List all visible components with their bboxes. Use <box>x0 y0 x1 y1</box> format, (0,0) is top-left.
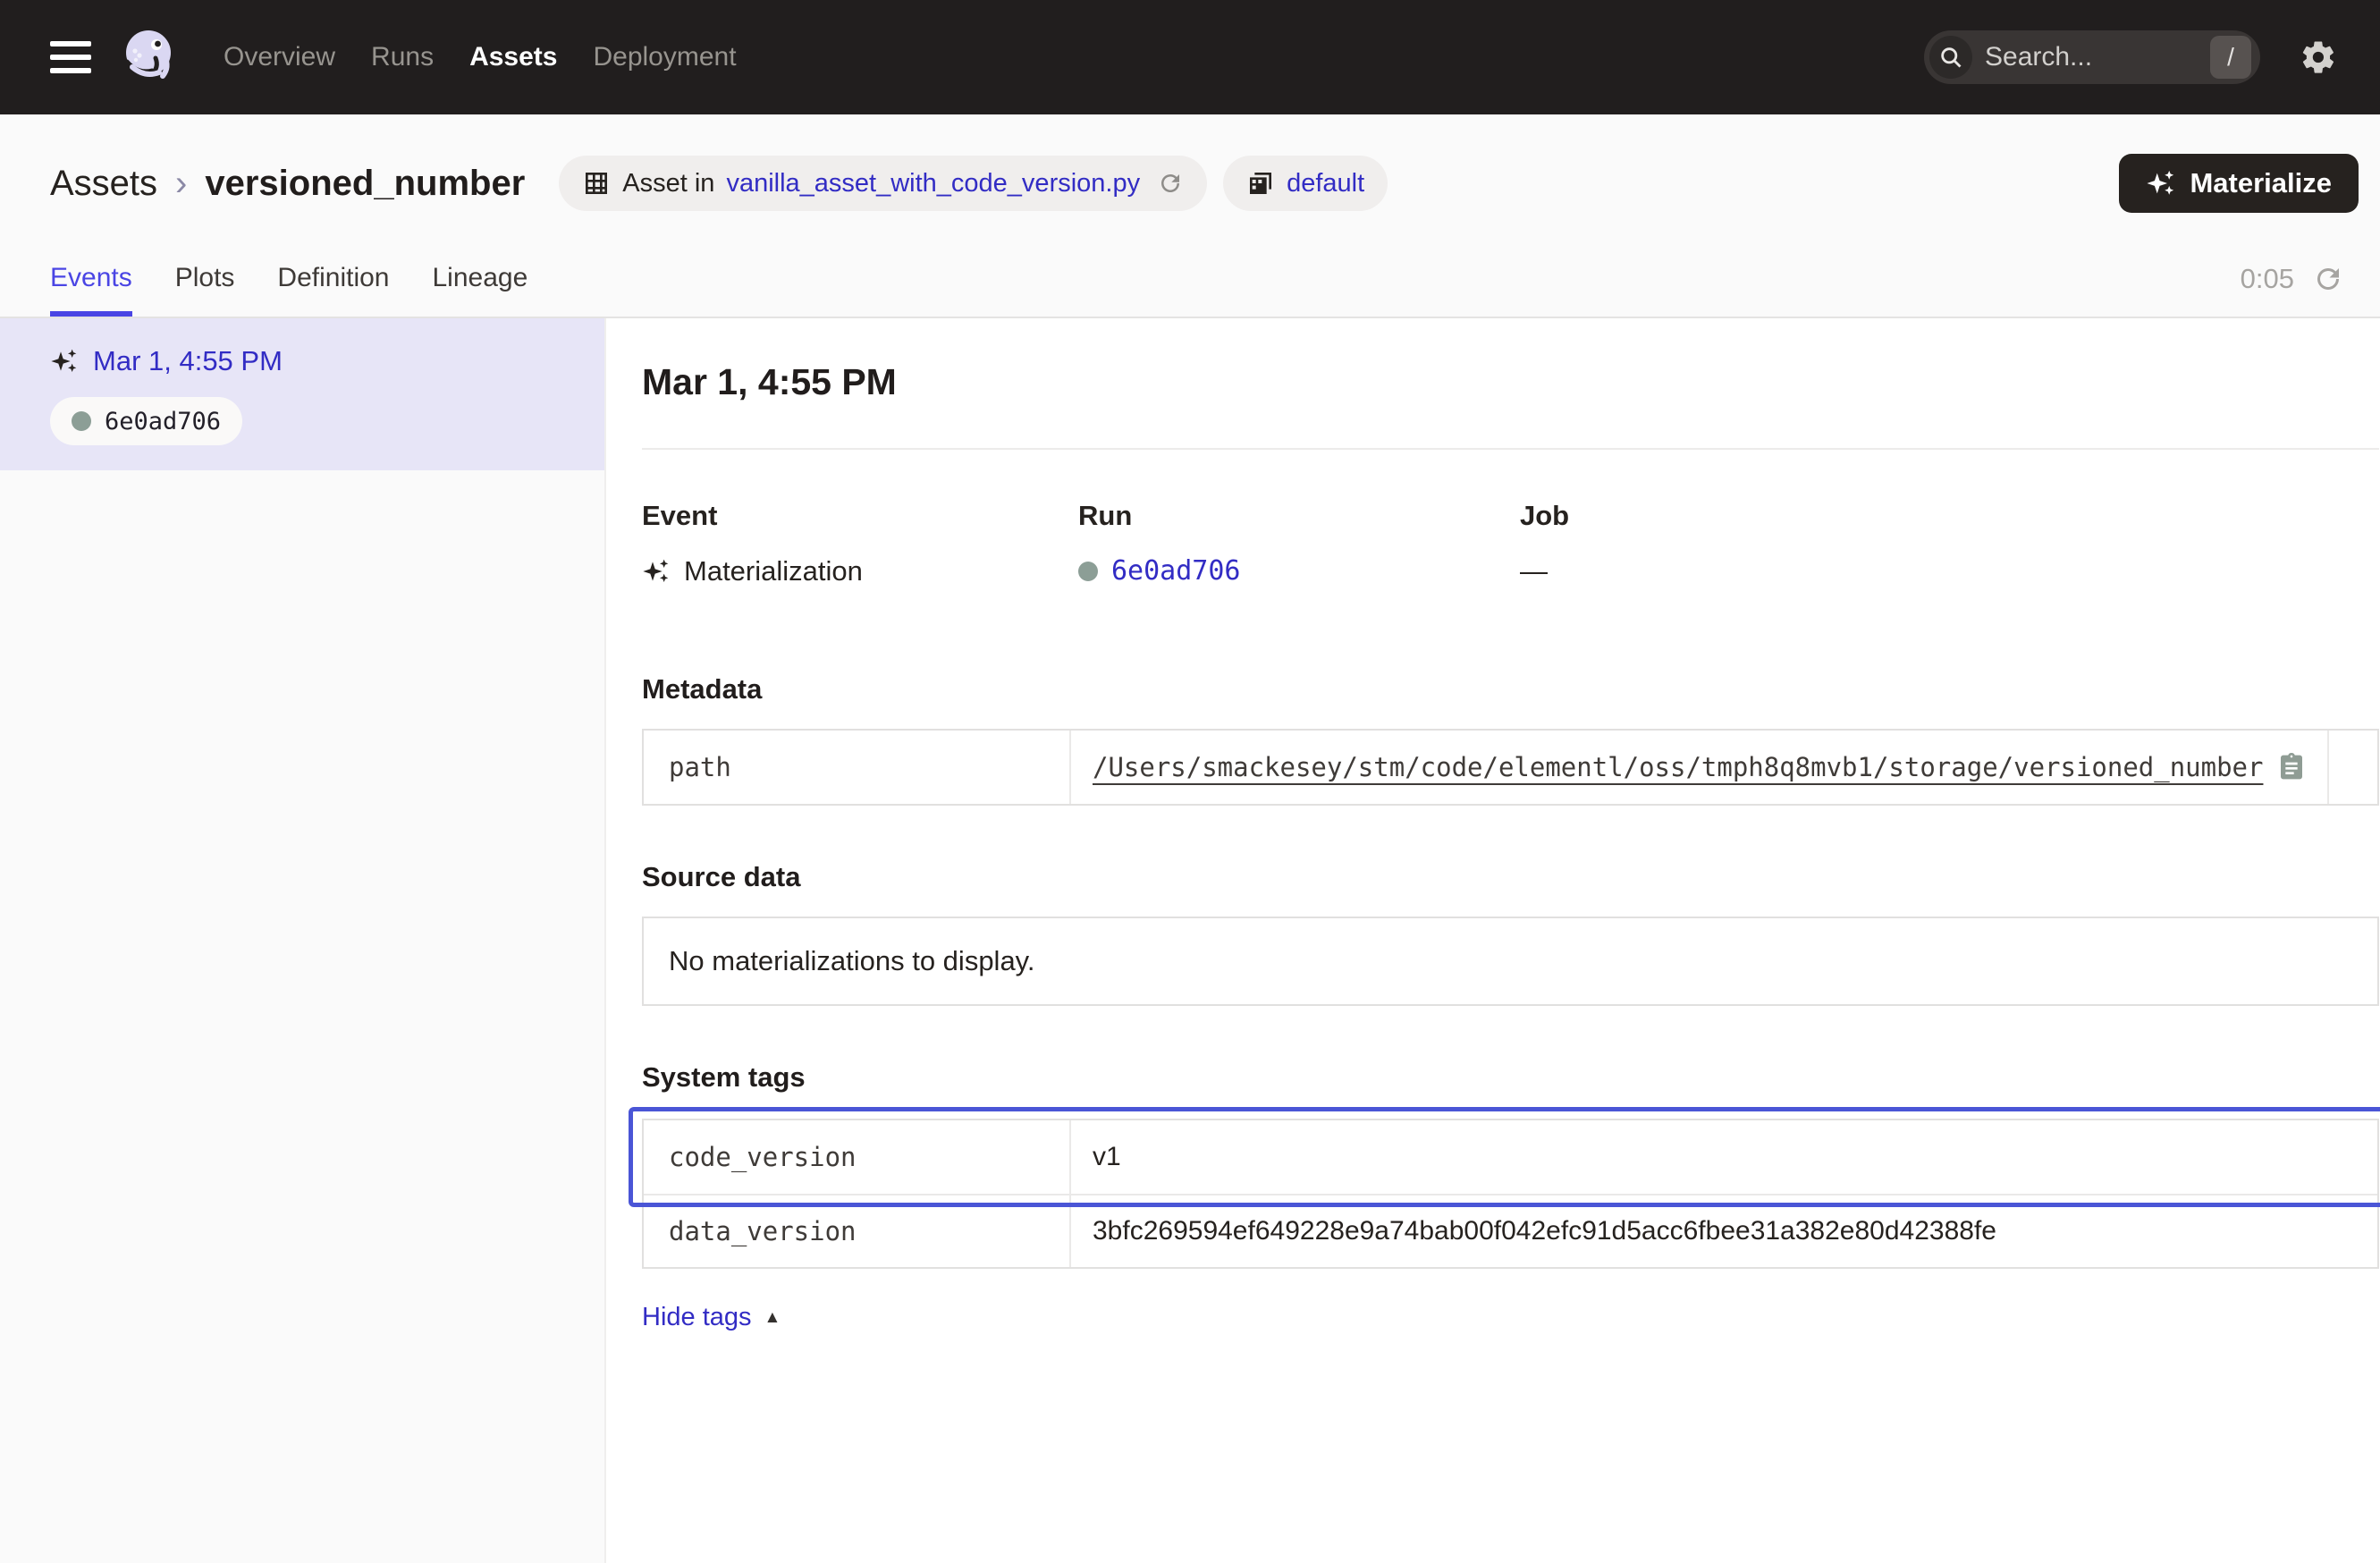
source-data-empty-text: No materializations to display. <box>669 945 1035 976</box>
run-status-dot <box>1078 562 1098 581</box>
materialize-button[interactable]: Materialize <box>2119 154 2359 213</box>
table-row-code-version: code_version v1 <box>644 1120 2377 1194</box>
copy-clipboard-icon[interactable] <box>2277 753 2306 782</box>
repository-chip[interactable]: default <box>1223 156 1388 211</box>
event-detail-panel: Mar 1, 4:55 PM Event Materialization Run <box>606 318 2380 1563</box>
divider <box>642 448 2379 450</box>
source-data-heading: Source data <box>642 861 2379 893</box>
event-timestamp-link[interactable]: Mar 1, 4:55 PM <box>93 345 283 377</box>
asset-definition-chip[interactable]: Asset in vanilla_asset_with_code_version… <box>559 156 1207 211</box>
breadcrumb: Assets › versioned_number <box>50 164 525 204</box>
run-id-chip[interactable]: 6e0ad706 <box>50 397 242 445</box>
job-value-empty: — <box>1520 555 1548 587</box>
metadata-heading: Metadata <box>642 673 2379 705</box>
asset-file-link[interactable]: vanilla_asset_with_code_version.py <box>726 169 1140 199</box>
run-id-text: 6e0ad706 <box>105 408 221 435</box>
run-column: Run 6e0ad706 <box>1078 500 1520 587</box>
reload-icon[interactable] <box>1157 170 1184 197</box>
breadcrumb-assets-link[interactable]: Assets <box>50 164 157 204</box>
run-status-dot <box>72 411 91 431</box>
search-input[interactable] <box>1985 42 2210 72</box>
nav-item-deployment[interactable]: Deployment <box>593 42 736 72</box>
run-id-link[interactable]: 6e0ad706 <box>1111 555 1241 587</box>
hide-tags-toggle[interactable]: Hide tags ▲ <box>642 1303 781 1332</box>
tab-plots[interactable]: Plots <box>175 241 235 317</box>
repo-default-link[interactable]: default <box>1287 169 1364 199</box>
tag-key-data-version: data_version <box>644 1195 1071 1267</box>
job-column: Job — <box>1520 500 2379 587</box>
event-column-label: Event <box>642 500 1078 532</box>
system-tags-heading: System tags <box>642 1061 2379 1094</box>
hide-tags-label: Hide tags <box>642 1303 752 1332</box>
nav-item-assets[interactable]: Assets <box>469 42 557 72</box>
row-end-cell <box>2327 731 2377 804</box>
tab-lineage[interactable]: Lineage <box>433 241 528 317</box>
main-nav: Overview Runs Assets Deployment <box>224 42 737 72</box>
hamburger-menu-icon[interactable] <box>50 41 91 73</box>
system-tags-table: code_version v1 data_version 3bfc269594e… <box>642 1119 2379 1269</box>
sparkle-icon <box>2146 168 2176 199</box>
table-row: path /Users/smackesey/stm/code/elementl/… <box>644 731 2377 804</box>
chevron-right-icon: › <box>175 164 187 204</box>
search-icon <box>1929 36 1972 79</box>
materialization-sparkle-icon <box>50 347 79 376</box>
page-header: Assets › versioned_number Asset in vanil… <box>0 114 2380 241</box>
events-sidebar: Mar 1, 4:55 PM 6e0ad706 <box>0 318 606 1563</box>
nav-item-overview[interactable]: Overview <box>224 42 335 72</box>
table-row-data-version: data_version 3bfc269594ef649228e9a74bab0… <box>644 1194 2377 1267</box>
nav-item-runs[interactable]: Runs <box>371 42 434 72</box>
materialize-label: Materialize <box>2190 167 2332 199</box>
metadata-key-path: path <box>644 731 1071 804</box>
job-column-label: Job <box>1520 500 2379 532</box>
tab-bar: Events Plots Definition Lineage 0:05 <box>0 241 2380 318</box>
refresh-countdown: 0:05 <box>2241 263 2294 295</box>
search-shortcut-badge: / <box>2210 36 2251 79</box>
search-box[interactable]: / <box>1924 30 2260 84</box>
metadata-table: path /Users/smackesey/stm/code/elementl/… <box>642 729 2379 806</box>
event-detail-title: Mar 1, 4:55 PM <box>642 361 2379 403</box>
repo-grid-icon <box>1246 169 1275 198</box>
tag-key-code-version: code_version <box>644 1120 1071 1194</box>
tag-value-code-version: v1 <box>1093 1142 1121 1172</box>
page-title: versioned_number <box>205 164 525 204</box>
tab-events[interactable]: Events <box>50 241 132 317</box>
tab-definition[interactable]: Definition <box>277 241 389 317</box>
event-column: Event Materialization <box>642 500 1078 587</box>
event-type-value: Materialization <box>684 555 863 587</box>
top-nav: Overview Runs Assets Deployment / <box>0 0 2380 114</box>
metadata-path-link[interactable]: /Users/smackesey/stm/code/elementl/oss/t… <box>1093 752 2263 782</box>
event-list-item-selected[interactable]: Mar 1, 4:55 PM 6e0ad706 <box>0 318 604 470</box>
refresh-icon[interactable] <box>2312 263 2344 295</box>
source-data-empty-state: No materializations to display. <box>642 917 2379 1006</box>
table-icon <box>582 169 611 198</box>
tag-value-data-version: 3bfc269594ef649228e9a74bab00f042efc91d5a… <box>1093 1216 1996 1246</box>
asset-chip-prefix: Asset in <box>622 169 714 199</box>
dagster-logo[interactable] <box>120 28 179 87</box>
run-column-label: Run <box>1078 500 1520 532</box>
materialization-sparkle-icon <box>642 557 671 586</box>
caret-up-icon: ▲ <box>764 1308 781 1328</box>
settings-gear-icon[interactable] <box>2300 38 2337 76</box>
